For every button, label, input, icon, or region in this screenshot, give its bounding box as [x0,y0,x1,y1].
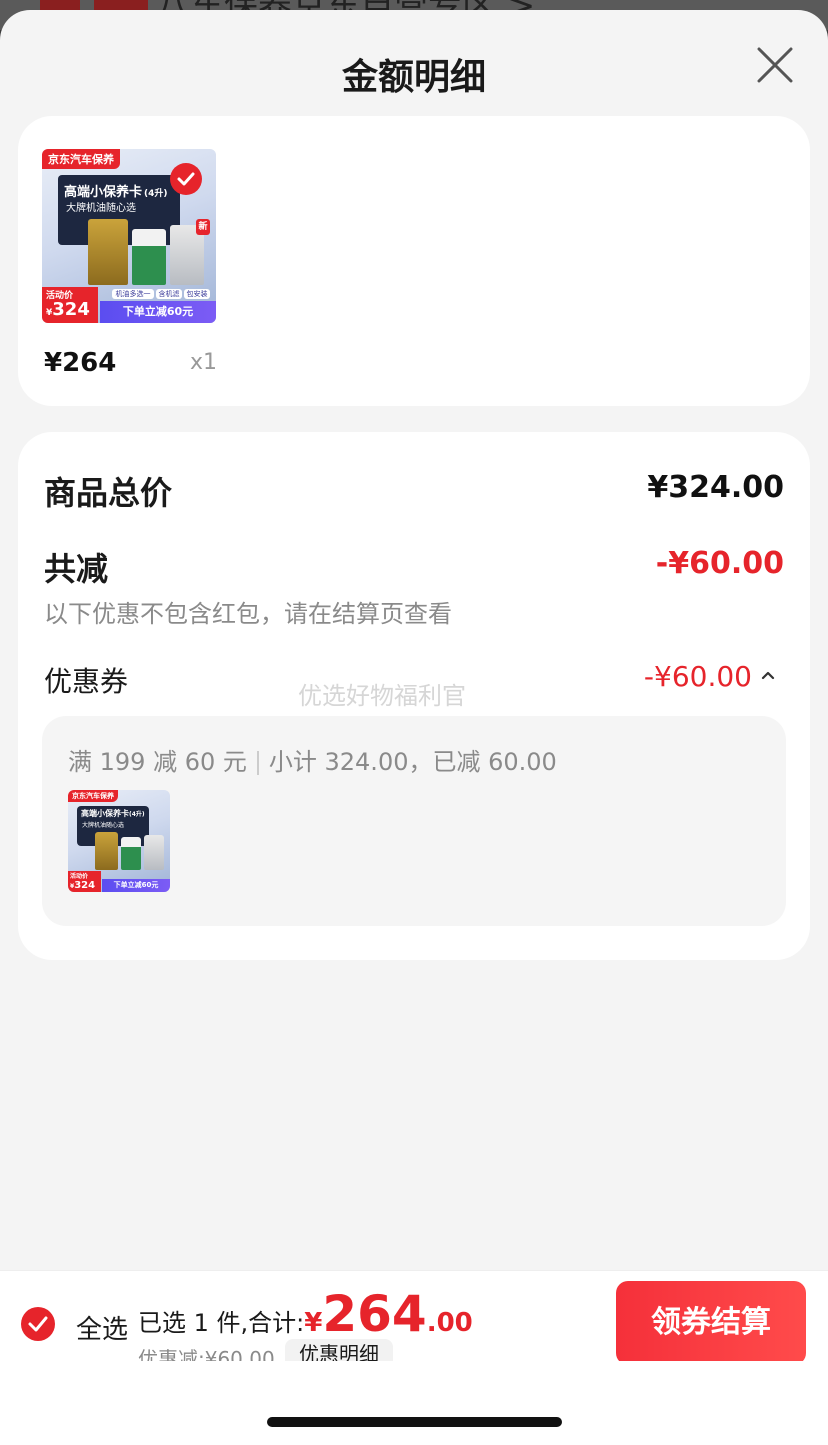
selected-summary: 已选 1 件,合计:¥264.00 [138,1285,473,1343]
home-area [0,1361,828,1445]
watermark-text: 优选好物福利官 [298,682,466,710]
total-currency: ¥ [304,1308,323,1338]
chip-filter: 含机滤 [156,289,182,299]
product-image[interactable]: 京东汽车保养 高端小保养卡 (4升) 大牌机油随心选 新 机油多选一 含机滤 包安… [42,149,216,323]
price-summary-card: 商品总价 ¥324.00 共减 -¥60.00 以下优惠不包含红包，请在结算页查… [18,432,810,960]
chip-install: 包安装 [184,289,210,299]
coupon-subtotal: 小计 324.00，已减 60.00 [268,748,557,776]
reduce-label: 共减 [44,550,109,588]
coupon-value[interactable]: -¥60.00 [644,660,752,693]
card-title: 高端小保养卡(4升) [64,185,168,200]
selected-count-text: 已选 1 件,合计: [138,1309,305,1337]
new-badge: 新 [196,219,210,235]
activity-price-tag: 活动价 ¥324 [42,287,98,323]
amount-detail-sheet: 金额明细 京东汽车保养 高端小保养卡 (4升) 大牌机油随心选 新 机油多选一 含… [0,10,828,1445]
brand-tag: 京东汽车保养 [42,149,120,169]
total-price-value: ¥324.00 [647,470,784,505]
item-quantity: x1 [190,350,218,375]
coupon-label: 优惠券 [44,665,129,698]
coupon-rule: 满 199 减 60 元 [68,748,247,776]
selected-check-icon[interactable] [170,163,202,195]
brand-tag: 京东汽车保养 [68,790,118,802]
activity-price-tag: 活动价 ¥324 [68,871,101,892]
checkout-button[interactable]: 领券结算 [616,1281,806,1365]
divider [256,751,259,775]
card-subtitle: 大牌机油随心选 [66,203,136,214]
coupon-description: 满 199 减 60 元小计 324.00，已减 60.00 [68,742,557,777]
sheet-title: 金额明细 [341,57,486,98]
close-icon[interactable] [756,46,794,84]
oil-bottle-green [121,837,141,870]
product-card: 京东汽车保养 高端小保养卡 (4升) 大牌机油随心选 新 机油多选一 含机滤 包安… [18,116,810,406]
chevron-up-icon[interactable] [760,668,776,682]
activity-price: ¥324 [70,880,96,891]
oil-bottle-green [132,229,166,285]
card-title: 高端小保养卡(4升) [81,809,145,818]
reduce-value: -¥60.00 [655,546,784,581]
coupon-detail-box: 满 199 减 60 元小计 324.00，已减 60.00 京东汽车保养 高端… [42,716,786,926]
activity-label: 活动价 [70,873,89,880]
promo-strip: 下单立减60元 [100,301,216,323]
activity-price: ¥324 [46,299,90,320]
oil-bottle-gold [88,219,128,285]
select-all-check-icon[interactable] [20,1306,56,1342]
card-subtitle: 大牌机油随心选 [82,822,125,829]
promo-strip: 下单立减60元 [102,879,170,892]
home-indicator[interactable] [267,1417,562,1427]
oil-bottle-silver [144,835,164,870]
total-price-label: 商品总价 [44,474,173,512]
chip-oil: 机油多选一 [112,289,154,299]
total-integer: 264 [322,1285,427,1343]
coupon-product-image[interactable]: 京东汽车保养 高端小保养卡(4升) 大牌机油随心选 下单立减60元 活动价 ¥3… [68,790,170,892]
select-all-label[interactable]: 全选 [76,1309,128,1346]
total-decimal: .00 [426,1308,473,1338]
discount-note: 以下优惠不包含红包，请在结算页查看 [44,600,452,628]
item-price: ¥264 [44,348,117,378]
oil-bottle-gold [95,832,118,870]
checkout-bar: 全选 已选 1 件,合计:¥264.00 优惠减:¥60.00 优惠明细 领券结… [0,1270,828,1371]
